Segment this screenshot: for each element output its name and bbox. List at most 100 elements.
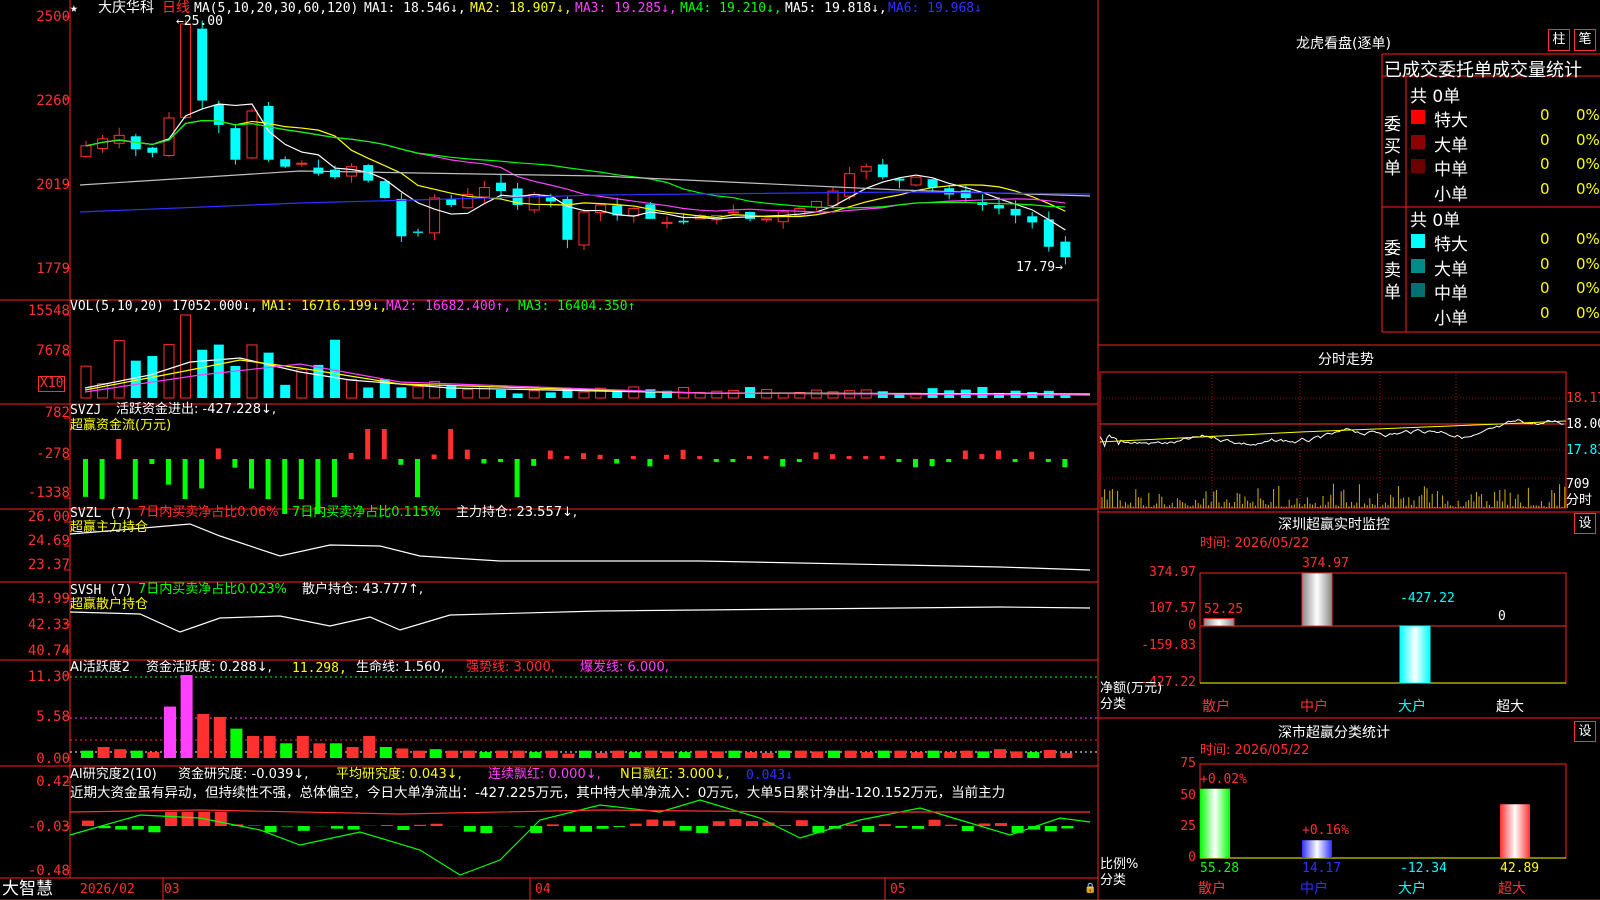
flow-bar: [846, 456, 852, 459]
research-bar: [430, 823, 443, 826]
research-bar: [613, 826, 626, 827]
favorite-star-icon[interactable]: ★: [70, 2, 78, 16]
sell-row-percent: 0%: [1576, 303, 1600, 322]
vol-bar: [280, 384, 291, 398]
bar-view-button[interactable]: 柱: [1548, 29, 1570, 51]
svsh-a: 7日内买卖净占比0.023%: [138, 582, 287, 597]
y-tick: 24.69: [27, 533, 70, 549]
flow-bar: [680, 449, 686, 459]
buy-row-percent: 0%: [1576, 106, 1600, 124]
flow-bar: [531, 459, 537, 466]
research-bar: [82, 820, 94, 826]
vol-bar: [330, 339, 340, 398]
ai1-e: 爆发线: 6.000,: [580, 660, 669, 675]
sell-row-value: 0: [1540, 254, 1550, 273]
svzj-title: 活跃资金进出: -427.228↓,: [116, 402, 276, 417]
activity-bar: [545, 750, 558, 758]
classify-bar-value: 42.89: [1500, 861, 1540, 876]
flow-bar: [431, 454, 437, 459]
sell-row-value: 0: [1540, 230, 1550, 248]
activity-bar: [330, 743, 342, 758]
y-tick: 782: [44, 405, 70, 421]
monitor-category: 超大: [1496, 699, 1524, 715]
ma4-value: MA4: 19.210↓,: [680, 1, 782, 16]
flow-bar: [365, 429, 371, 459]
classify-settings-button[interactable]: 设: [1574, 721, 1596, 742]
activity-bar: [911, 752, 923, 758]
sell-color-swatch: [1411, 258, 1425, 273]
tick-view-button[interactable]: 笔: [1574, 29, 1596, 51]
monitor-settings-button[interactable]: 设: [1574, 513, 1596, 534]
activity-bar: [1043, 749, 1056, 758]
flow-bar: [996, 450, 1001, 459]
flow-bar: [664, 454, 669, 459]
activity-bar: [213, 716, 226, 758]
stock-name: 大庆华科: [98, 0, 154, 16]
flow-bar: [249, 459, 254, 489]
research-bar: [1044, 826, 1057, 832]
period-label[interactable]: 日线: [162, 1, 190, 15]
vol-bar: [246, 344, 258, 399]
vol-bar: [163, 344, 175, 399]
classify-title: 深市超赢分类统计: [1278, 725, 1390, 741]
ai2-label: AI研究度2(10): [70, 767, 157, 782]
trade-stat-header: 已成交委托单成交量统计: [1384, 60, 1582, 81]
monitor-y-tick: 374.97: [1149, 565, 1196, 580]
research-bar: [248, 825, 260, 826]
activity-bar: [662, 751, 674, 758]
classify-bar-label: +0.02%: [1200, 771, 1247, 787]
y-tick: 23.37: [27, 557, 70, 573]
activity-bar: [1027, 752, 1040, 758]
research-bar: [1061, 826, 1074, 829]
activity-bar: [994, 749, 1006, 758]
research-bar: [596, 826, 609, 829]
buy-color-swatch: [1411, 110, 1425, 124]
vol-bar: [628, 386, 640, 399]
lock-icon[interactable]: 🔒: [1084, 882, 1096, 896]
research-bar: [148, 826, 161, 833]
sell-color-swatch: [1411, 283, 1425, 298]
activity-bar: [595, 752, 608, 758]
research-bar: [679, 826, 692, 831]
monitor-ylabel: 净额(万元): [1100, 681, 1163, 696]
fenshi-vol: 709: [1566, 477, 1590, 492]
monitor-time: 时间: 2026/05/22: [1200, 536, 1310, 551]
ai2-comment: 近期大资金虽有异动，但持续性不强，总体偏空，今日大单净流出：-427.225万元…: [70, 785, 1006, 801]
vol-bar: [528, 390, 540, 399]
flow-bar: [547, 450, 553, 459]
candle-up: [810, 201, 822, 208]
flow-bar: [348, 452, 354, 459]
classify-bar-value: 55.28: [1200, 861, 1240, 876]
research-bar: [414, 824, 426, 826]
activity-bar: [313, 743, 326, 758]
y-tick: 2500: [36, 9, 70, 25]
candle-up: [113, 134, 125, 144]
flow-bar: [116, 438, 122, 459]
month-label: 04: [535, 882, 551, 897]
low-marker: 17.79→: [1016, 260, 1063, 275]
flow-bar: [132, 459, 138, 499]
chart-layer: [0, 0, 1600, 900]
flow-bar: [962, 450, 968, 459]
svzj-subtitle: 超赢资金流(万元): [70, 418, 172, 433]
monitor-y-tick: -159.83: [1141, 638, 1196, 653]
research-bar: [580, 826, 592, 832]
svzl-a: 7日内买卖净占比0.06%: [138, 505, 279, 520]
buy-row-value: 0: [1540, 155, 1550, 174]
activity-bar: [1060, 752, 1073, 758]
classify-y-tick: 25: [1180, 819, 1196, 834]
svzj-label: SVZJ: [70, 403, 102, 418]
candle-up: [429, 197, 441, 234]
flow-bar: [448, 429, 454, 459]
buy-side-label-3: 单: [1384, 159, 1401, 179]
classify-bar: [1200, 788, 1230, 858]
svzl-c: 主力持仓: 23.557↓,: [456, 505, 578, 520]
flow-bar: [398, 459, 404, 465]
activity-bar: [794, 750, 807, 758]
candle-down: [413, 231, 423, 233]
flow-bar: [481, 459, 487, 464]
buy-color-swatch: [1411, 134, 1425, 149]
flow-bar: [1062, 459, 1068, 468]
activity-bar: [960, 750, 973, 758]
sell-side-label-3: 单: [1384, 283, 1401, 303]
